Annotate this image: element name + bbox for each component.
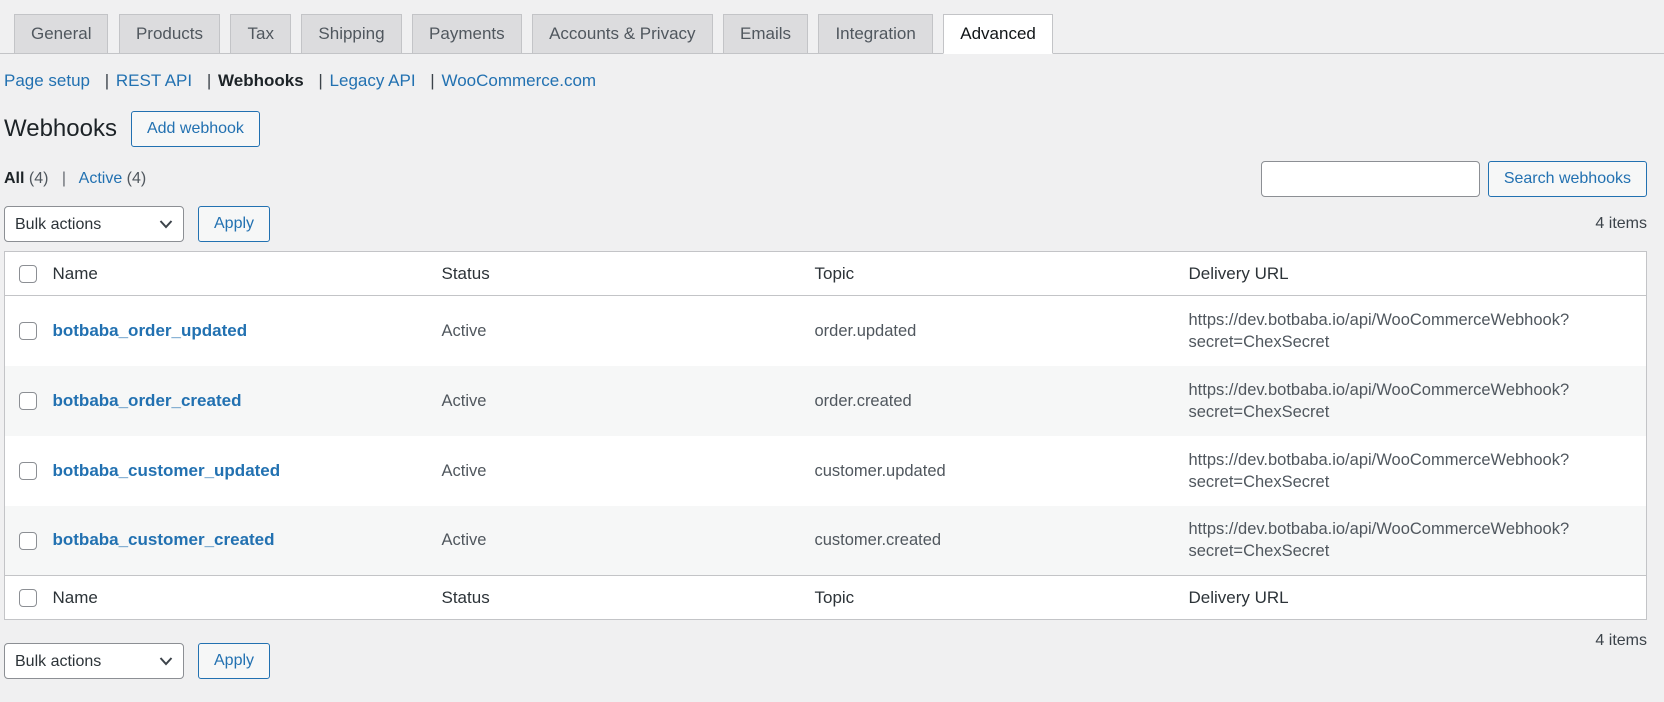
settings-subnav: Page setup | REST API | Webhooks | Legac… xyxy=(4,71,1647,91)
table-footer-row: Name Status Topic Delivery URL xyxy=(4,575,1647,620)
items-count-bottom: 4 items xyxy=(1595,632,1647,649)
webhook-delivery-url: https://dev.botbaba.io/api/WooCommerceWe… xyxy=(1188,380,1570,421)
column-footer-topic: Topic xyxy=(814,587,855,607)
bulk-actions-group: Bulk actions Apply xyxy=(4,206,271,242)
select-row-checkbox[interactable] xyxy=(19,322,37,341)
table-header-row: Name Status Topic Delivery URL xyxy=(4,252,1647,296)
select-all-checkbox[interactable] xyxy=(19,265,37,284)
webhook-name-link[interactable]: botbaba_customer_updated xyxy=(53,461,281,480)
tablenav-bottom: Bulk actions Apply 4 items xyxy=(4,632,1647,679)
view-filter-separator: | xyxy=(61,170,67,187)
subnav-item: | REST API xyxy=(95,71,197,90)
subnav-item: | Webhooks xyxy=(197,71,309,90)
view-filter-link[interactable]: All xyxy=(4,170,24,187)
bulk-actions-group-bottom: Bulk actions Apply xyxy=(4,643,271,679)
subnav-separator: | xyxy=(206,71,212,90)
webhook-status: Active xyxy=(441,531,487,550)
subnav-item: Page setup xyxy=(4,71,95,90)
select-row-checkbox[interactable] xyxy=(19,462,37,481)
subnav-item: | Legacy API xyxy=(308,71,420,90)
webhook-row: botbaba_customer_created Active customer… xyxy=(4,505,1647,576)
settings-tab[interactable]: Emails xyxy=(722,14,808,54)
add-webhook-button[interactable]: Add webhook xyxy=(130,111,260,147)
view-filters: All (4) | Active (4) xyxy=(4,170,146,188)
page-content: Page setup | REST API | Webhooks | Legac… xyxy=(0,71,1664,679)
webhook-name-link[interactable]: botbaba_order_updated xyxy=(53,321,248,340)
webhook-topic: order.created xyxy=(814,391,912,410)
apply-button[interactable]: Apply xyxy=(198,206,271,242)
column-header-status: Status xyxy=(441,263,490,283)
search-box: Search webhooks xyxy=(1260,161,1647,197)
settings-tab[interactable]: Advanced xyxy=(943,14,1053,54)
view-filter-count: (4) xyxy=(126,170,147,187)
subnav-link[interactable]: Webhooks xyxy=(218,71,304,90)
search-input[interactable] xyxy=(1260,161,1480,197)
subnav-link[interactable]: Legacy API xyxy=(330,71,416,90)
column-footer-delivery-url: Delivery URL xyxy=(1188,587,1289,607)
select-row-checkbox[interactable] xyxy=(19,392,37,411)
webhook-status: Active xyxy=(441,321,487,340)
bulk-actions-select-wrap: Bulk actions xyxy=(4,206,184,242)
webhook-name-link[interactable]: botbaba_customer_created xyxy=(53,530,275,549)
webhook-name-link[interactable]: botbaba_order_created xyxy=(53,391,242,410)
items-count: 4 items xyxy=(1595,215,1647,232)
webhook-topic: customer.updated xyxy=(814,461,946,480)
column-footer-status: Status xyxy=(441,587,490,607)
table-foot: Name Status Topic Delivery URL xyxy=(4,575,1647,620)
column-header-name: Name xyxy=(52,263,98,283)
webhook-delivery-url: https://dev.botbaba.io/api/WooCommerceWe… xyxy=(1188,450,1570,491)
page-title: Webhooks xyxy=(4,115,117,142)
tablenav-top: Bulk actions Apply 4 items xyxy=(4,206,1647,242)
bulk-actions-select-wrap-bottom: Bulk actions xyxy=(4,643,184,679)
settings-tab[interactable]: Accounts & Privacy xyxy=(532,14,713,54)
settings-tab[interactable]: Tax xyxy=(230,14,291,54)
column-header-delivery-url: Delivery URL xyxy=(1188,263,1289,283)
bulk-actions-select[interactable]: Bulk actions xyxy=(4,206,184,242)
select-row-checkbox[interactable] xyxy=(19,531,37,550)
webhook-status: Active xyxy=(441,391,487,410)
webhook-delivery-url: https://dev.botbaba.io/api/WooCommerceWe… xyxy=(1188,310,1570,351)
apply-button-bottom[interactable]: Apply xyxy=(198,643,271,679)
subnav-separator: | xyxy=(318,71,323,90)
search-webhooks-button[interactable]: Search webhooks xyxy=(1487,161,1647,197)
webhook-topic: customer.created xyxy=(814,531,942,550)
webhook-delivery-url: https://dev.botbaba.io/api/WooCommerceWe… xyxy=(1188,520,1570,561)
subnav-link[interactable]: WooCommerce.com xyxy=(441,71,596,90)
select-all-checkbox-bottom[interactable] xyxy=(19,589,37,608)
webhook-row: botbaba_order_created Active order.creat… xyxy=(4,365,1647,436)
column-header-topic: Topic xyxy=(814,263,855,283)
table-body: botbaba_order_updated Active order.updat… xyxy=(4,295,1647,576)
subnav-item: | WooCommerce.com xyxy=(420,71,596,90)
webhook-row: botbaba_customer_updated Active customer… xyxy=(4,435,1647,506)
settings-tabbar: General Products Tax Shipping Payments A… xyxy=(0,0,1664,54)
webhook-row: botbaba_order_updated Active order.updat… xyxy=(4,295,1647,366)
webhook-topic: order.updated xyxy=(814,321,917,340)
view-filter-item: All (4) xyxy=(4,170,53,187)
view-filter-count: (4) xyxy=(28,170,49,187)
view-filter-item: | Active (4) xyxy=(53,170,146,187)
settings-tab[interactable]: Integration xyxy=(818,14,933,54)
bulk-actions-select-bottom[interactable]: Bulk actions xyxy=(4,643,184,679)
settings-tab[interactable]: Products xyxy=(118,14,221,54)
webhooks-table: Name Status Topic Delivery URL botbaba_o… xyxy=(4,251,1647,620)
settings-tab[interactable]: General xyxy=(14,14,109,54)
table-head: Name Status Topic Delivery URL xyxy=(4,252,1647,296)
filter-row: All (4) | Active (4) Search webhooks xyxy=(4,161,1647,197)
subnav-separator: | xyxy=(430,71,435,90)
settings-tab[interactable]: Payments xyxy=(412,14,522,54)
settings-tab[interactable]: Shipping xyxy=(301,14,402,54)
view-filter-link[interactable]: Active xyxy=(79,170,123,187)
heading-row: Webhooks Add webhook xyxy=(4,111,1647,147)
subnav-separator: | xyxy=(104,71,110,90)
subnav-link[interactable]: REST API xyxy=(116,71,192,90)
webhook-status: Active xyxy=(441,461,487,480)
column-footer-name: Name xyxy=(52,587,98,607)
subnav-link[interactable]: Page setup xyxy=(4,71,90,90)
